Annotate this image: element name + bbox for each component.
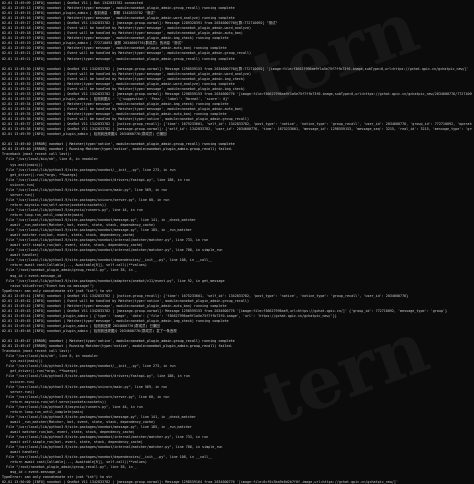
log-line: 02-01 13:50:00 [INFO] nonebot | OneBot V… (2, 480, 399, 484)
log-output[interactable]: 02-01 13:49:09 [INFO] nonebot | OneBot V… (2, 1, 472, 484)
log-line: 02-01 13:49:30 [INFO] nonebot | OneBot V… (2, 66, 469, 71)
terminal-window: tern tern 02-01 13:49:09 [INFO] nonebot … (0, 0, 474, 484)
